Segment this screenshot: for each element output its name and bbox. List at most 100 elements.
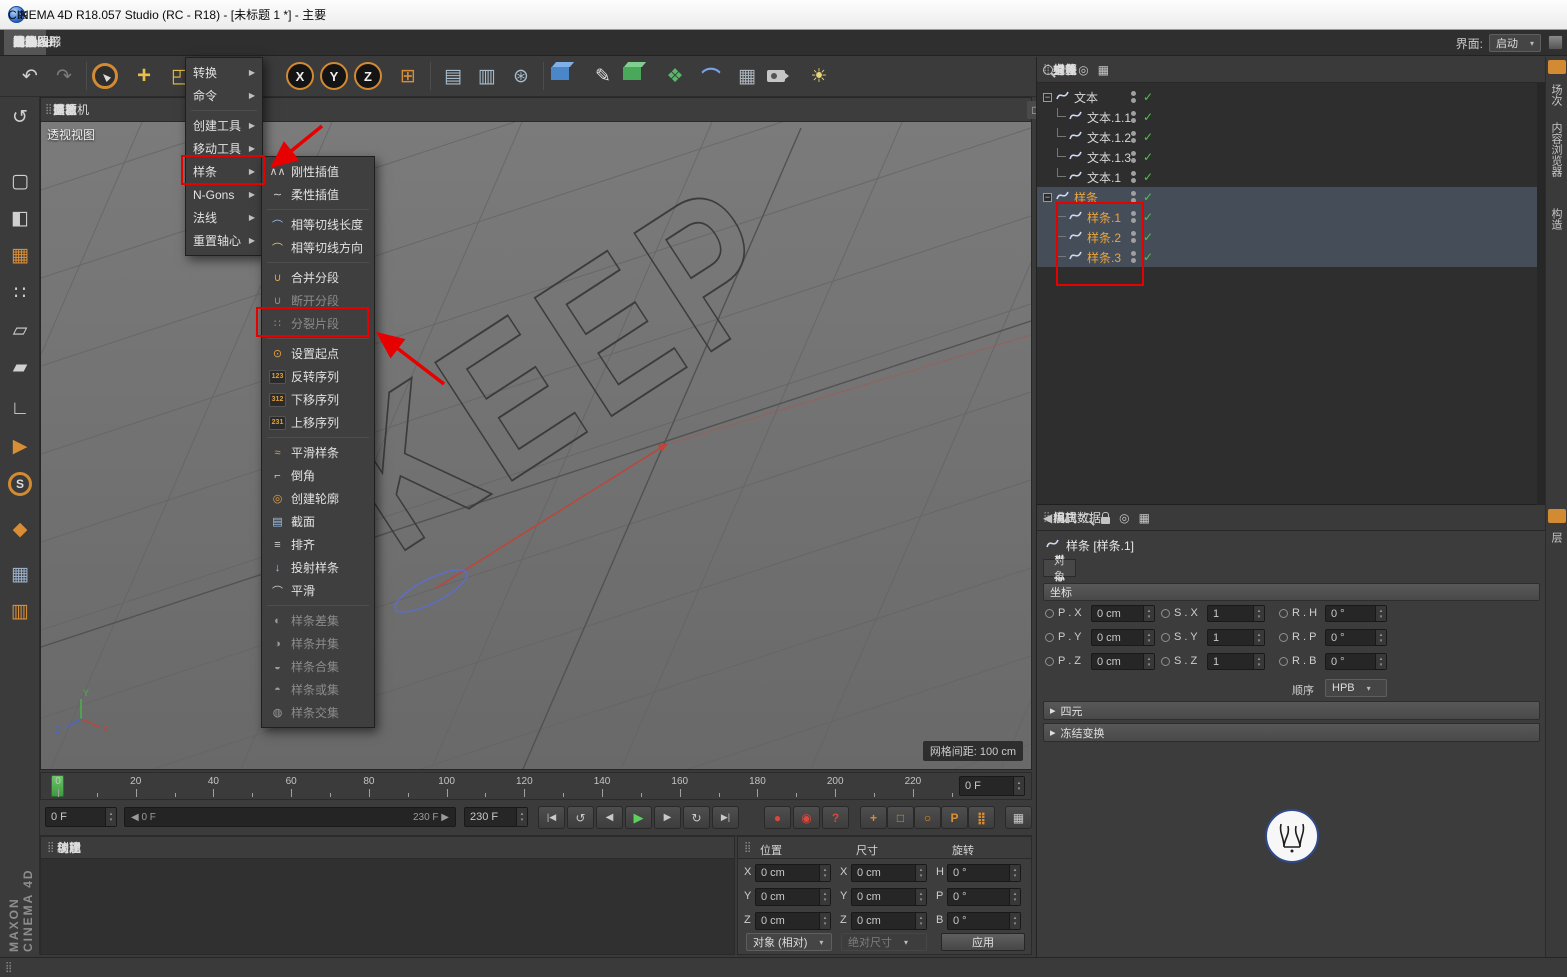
layers-icon[interactable]: ▦: [1098, 63, 1109, 77]
end-frame-field[interactable]: 230 F ▴ ▾: [464, 807, 528, 827]
rotation-h-field-spinner[interactable]: ▴ ▾: [1009, 865, 1020, 881]
lock-y-axis-icon[interactable]: Y: [320, 62, 348, 90]
visibility-dots-icon[interactable]: [1131, 231, 1136, 243]
key-pla-button[interactable]: ⣿: [968, 806, 995, 829]
edges-mode-icon[interactable]: ▱: [3, 313, 37, 347]
mesh-menu-item-normals[interactable]: 法线 ▶: [186, 206, 262, 229]
key-position-button[interactable]: +: [860, 806, 887, 829]
size-y-field[interactable]: 0 cm ▴ ▾: [851, 888, 927, 906]
mesh-menu-item-reset-axis[interactable]: 重置轴心 ▶: [186, 229, 262, 252]
spline-menu-item-move-up-sequence[interactable]: 231 上移序列: [262, 411, 374, 434]
object-row[interactable]: − 样条 ✓: [1037, 187, 1538, 207]
object-row[interactable]: 文本.1.2 ✓: [1037, 127, 1538, 147]
current-frame-field[interactable]: 0 F ▴ ▾: [45, 807, 117, 827]
preview-range-end[interactable]: 230 F ▶: [413, 812, 449, 823]
visibility-dots-icon[interactable]: [1131, 251, 1136, 263]
mograph-icon[interactable]: ❖: [659, 60, 691, 92]
preview-range-slider[interactable]: ◀ 0 F 230 F ▶: [124, 807, 456, 827]
spline-menu-item-spline-difference[interactable]: ◐ 样条差集: [262, 609, 374, 632]
spline-menu-item-spline-union[interactable]: ◑ 样条并集: [262, 632, 374, 655]
object-row[interactable]: 样条.3 ✓: [1037, 247, 1538, 267]
attr-field-sx[interactable]: 1 ▴ ▾: [1207, 605, 1265, 622]
visibility-dots-icon[interactable]: [1131, 131, 1136, 143]
attr-field-sy[interactable]: 1 ▴ ▾: [1207, 629, 1265, 646]
view-label[interactable]: 透视视图: [47, 126, 95, 143]
spline-menu-item-break-segment[interactable]: ∪ 断开分段: [262, 289, 374, 312]
active-panel-tab-bottom[interactable]: [1548, 509, 1566, 523]
interface-dropdown[interactable]: 启动 ▾: [1488, 34, 1541, 52]
snap-settings-icon[interactable]: S: [3, 467, 37, 501]
track-icon[interactable]: ◎: [1119, 511, 1129, 525]
side-tab-2[interactable]: 构造: [1546, 205, 1567, 233]
model-mode-icon[interactable]: ▢: [3, 164, 37, 198]
spline-menu-item-line-up[interactable]: ≡ 排齐: [262, 533, 374, 556]
keyframe-circle-icon[interactable]: [1161, 633, 1170, 642]
render-picture-viewer-icon[interactable]: ▥: [471, 60, 503, 92]
size-mode-dropdown[interactable]: 绝对尺寸 ▾: [841, 933, 927, 951]
current-frame-field-spinner[interactable]: ▴ ▾: [105, 808, 116, 826]
position-y-field-spinner[interactable]: ▴ ▾: [819, 889, 830, 905]
rotation-p-field-spinner[interactable]: ▴ ▾: [1009, 889, 1020, 905]
visibility-dots-icon[interactable]: [1131, 111, 1136, 123]
attr-field-px[interactable]: 0 cm ▴ ▾: [1091, 605, 1155, 622]
spline-menu-item-reverse-sequence[interactable]: 123 反转序列: [262, 365, 374, 388]
rotation-h-field[interactable]: 0 ° ▴ ▾: [947, 864, 1021, 882]
mesh-menu-item-convert[interactable]: 转换 ▶: [186, 61, 262, 84]
spline-menu-item-explode-segments[interactable]: ∷ 分裂片段: [262, 312, 374, 335]
edit-render-settings-icon[interactable]: ⊛: [505, 60, 537, 92]
size-z-field-spinner[interactable]: ▴ ▾: [915, 913, 926, 929]
material-list-area[interactable]: [41, 859, 734, 954]
viewport-menu-item[interactable]: 面板: [45, 101, 85, 118]
spline-menu-item-project-spline[interactable]: ↓ 投射样条: [262, 556, 374, 579]
keyframe-circle-icon[interactable]: [1045, 633, 1054, 642]
end-frame-field-spinner[interactable]: ▴ ▾: [516, 808, 527, 826]
keyframe-selection-button[interactable]: ?: [822, 806, 849, 829]
spline-menu-item-equal-tangent-direction[interactable]: ⌒ 相等切线方向: [262, 236, 374, 259]
add-cube-icon[interactable]: [551, 67, 569, 80]
position-x-field[interactable]: 0 cm ▴ ▾: [755, 864, 831, 882]
play-reverse-button[interactable]: ↺: [567, 806, 594, 829]
goto-end-button[interactable]: ▶|: [712, 806, 739, 829]
spline-menu-item-cross-section[interactable]: ▤ 截面: [262, 510, 374, 533]
workplane-mode-icon[interactable]: ▦: [3, 238, 37, 272]
spline-menu-item-spline-or[interactable]: ◓ 样条或集: [262, 678, 374, 701]
tab-对象[interactable]: 对象: [1043, 555, 1076, 583]
scrollbar[interactable]: [1537, 83, 1545, 505]
object-row[interactable]: 样条.1 ✓: [1037, 207, 1538, 227]
object-row[interactable]: − 文本 ✓: [1037, 87, 1538, 107]
material-menu-item[interactable]: 纹理: [47, 839, 91, 856]
ruler-frame-field[interactable]: 0 F ▴ ▾: [959, 776, 1025, 796]
object-row[interactable]: 文本.1 ✓: [1037, 167, 1538, 187]
keyframe-circle-icon[interactable]: [1161, 657, 1170, 666]
pen-tool-icon[interactable]: ✎: [587, 60, 619, 92]
size-z-field[interactable]: 0 cm ▴ ▾: [851, 912, 927, 930]
mesh-menu-item-move-tools[interactable]: 移动工具 ▶: [186, 137, 262, 160]
target-icon[interactable]: ◎: [1078, 63, 1088, 77]
key-parameter-button[interactable]: P: [941, 806, 968, 829]
attr-field-rb-spinner[interactable]: ▴ ▾: [1375, 654, 1386, 669]
mesh-menu-item-spline[interactable]: 样条 ▶: [186, 160, 262, 183]
visibility-dots-icon[interactable]: [1131, 171, 1136, 183]
object-row[interactable]: 文本.1.1 ✓: [1037, 107, 1538, 127]
play-button[interactable]: ▶: [625, 806, 652, 829]
timeline-ruler[interactable]: 0 20 40 60 80 100 120 140 160 180 200 220 0 F ▴ ▾: [40, 772, 1032, 800]
spline-menu-item-create-outline[interactable]: ◎ 创建轮廓: [262, 487, 374, 510]
keyframe-circle-icon[interactable]: [1045, 657, 1054, 666]
lock-x-axis-icon[interactable]: X: [286, 62, 314, 90]
loop-button[interactable]: ↻: [683, 806, 710, 829]
attr-field-rp-spinner[interactable]: ▴ ▾: [1375, 630, 1386, 645]
quantize-icon[interactable]: ▥: [3, 594, 37, 628]
make-editable-icon[interactable]: ↺: [3, 100, 37, 134]
spline-menu-item-chamfer[interactable]: ⌐ 倒角: [262, 464, 374, 487]
position-x-field-spinner[interactable]: ▴ ▾: [819, 865, 830, 881]
lock-icon[interactable]: [1101, 511, 1111, 524]
workplane-snap-icon[interactable]: ▦: [3, 557, 37, 591]
key-scale-button[interactable]: □: [887, 806, 914, 829]
deformer-icon[interactable]: ⌒: [695, 60, 727, 92]
paint-tool-icon[interactable]: ◆: [3, 512, 37, 546]
next-frame-button[interactable]: ▶: [654, 806, 681, 829]
apply-button[interactable]: 应用: [941, 933, 1025, 951]
history-back-icon[interactable]: ◀: [1043, 511, 1052, 525]
size-y-field-spinner[interactable]: ▴ ▾: [915, 889, 926, 905]
goto-start-button[interactable]: |◀: [538, 806, 565, 829]
